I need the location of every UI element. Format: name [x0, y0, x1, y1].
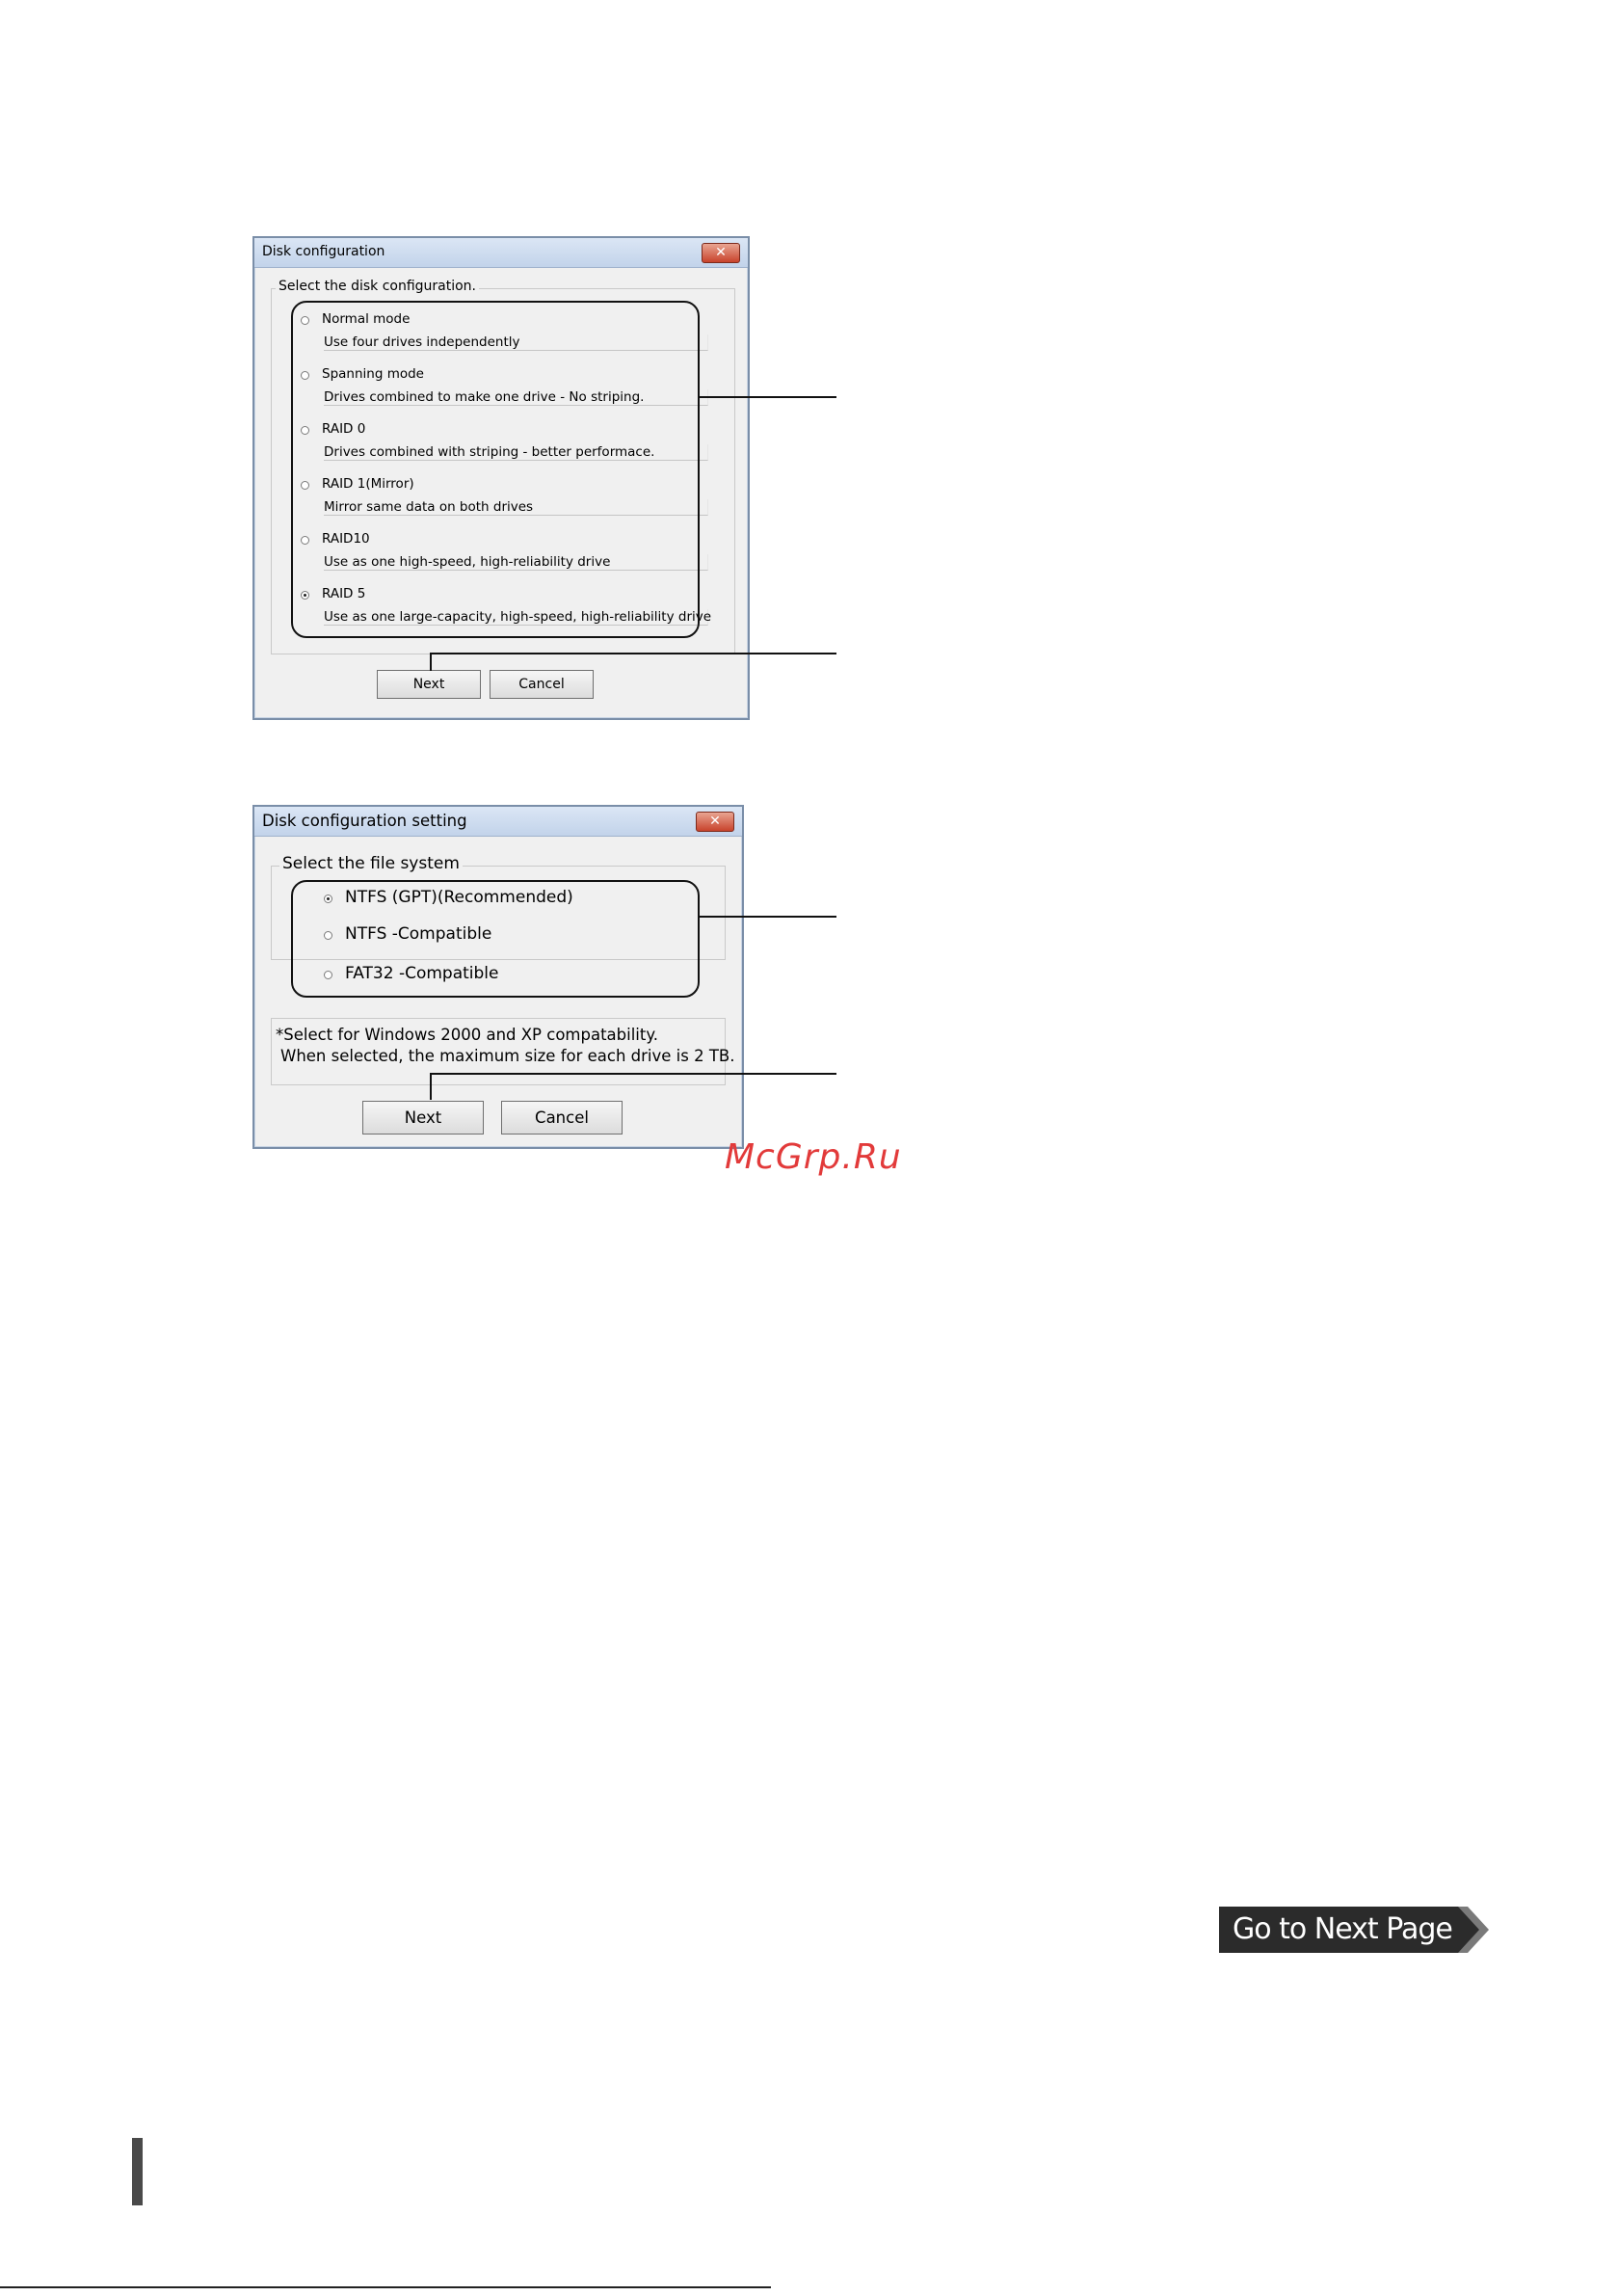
options-highlight-callout [291, 301, 700, 638]
file-system-highlight-callout [291, 880, 700, 998]
callout-line-next2-horizontal [430, 1073, 836, 1075]
callout-line-next2-vertical [430, 1073, 432, 1100]
note-line-1: *Select for Windows 2000 and XP compatab… [276, 1026, 659, 1044]
callout-line-options [700, 396, 836, 398]
watermark-text: McGrp.Ru [725, 1137, 902, 1177]
dialog-titlebar[interactable]: Disk configuration setting ✕ [254, 807, 742, 837]
go-to-next-page-label: Go to Next Page [1233, 1912, 1453, 1946]
bottom-rule [0, 2286, 771, 2288]
file-system-group-label: Select the file system [279, 854, 463, 873]
cancel-button[interactable]: Cancel [490, 670, 594, 699]
callout-line-next-vertical [430, 653, 432, 671]
dialog-titlebar[interactable]: Disk configuration ✕ [254, 238, 748, 268]
dialog-title: Disk configuration [262, 244, 385, 259]
dialog-title: Disk configuration setting [262, 812, 467, 830]
note-line-2: When selected, the maximum size for each… [280, 1047, 735, 1065]
next-button[interactable]: Next [362, 1101, 484, 1135]
go-to-next-page-button[interactable]: Go to Next Page [1219, 1907, 1489, 1953]
close-icon[interactable]: ✕ [702, 243, 740, 263]
page-number-bar [132, 2138, 143, 2205]
cancel-button[interactable]: Cancel [501, 1101, 623, 1135]
disk-configuration-group-label: Select the disk configuration. [276, 279, 480, 294]
next-button[interactable]: Next [377, 670, 481, 699]
callout-line-next-horizontal [430, 653, 836, 654]
callout-line-file-system [700, 916, 836, 918]
close-icon[interactable]: ✕ [696, 812, 734, 832]
